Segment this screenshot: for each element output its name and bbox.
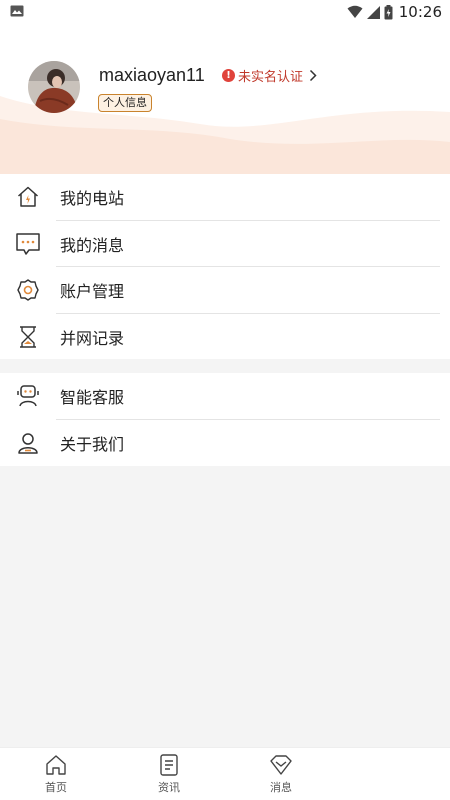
menu-item-label: 账户管理 — [60, 282, 125, 302]
menu-item-label: 智能客服 — [60, 388, 125, 408]
signal-icon — [366, 5, 380, 19]
menu-group-main: 我的电站 我的消息 账户管理 并网记录 — [0, 174, 450, 359]
verify-status-text: 未实名认证 — [238, 69, 304, 85]
robot-service-icon — [14, 382, 42, 410]
tab-label: 首页 — [45, 781, 67, 794]
tab-label: 消息 — [270, 781, 292, 794]
chevron-right-icon — [309, 69, 317, 81]
menu-item-my-messages[interactable]: 我的消息 — [0, 221, 450, 267]
hourglass-icon — [14, 323, 42, 351]
menu-item-my-station[interactable]: 我的电站 — [0, 174, 450, 221]
tab-home[interactable]: 首页 — [26, 754, 86, 798]
tab-news[interactable]: 资讯 — [139, 754, 199, 798]
image-notification-icon — [10, 5, 24, 17]
account-gear-icon — [14, 276, 42, 304]
profile-header: maxiaoyan11 ! 未实名认证 个人信息 — [0, 24, 450, 174]
avatar[interactable] — [28, 61, 80, 113]
menu-item-label: 并网记录 — [60, 328, 125, 348]
status-time: 10:26 — [398, 3, 442, 21]
person-icon — [14, 429, 42, 457]
bottom-tab-bar: 首页 资讯 消息 — [0, 747, 450, 800]
battery-icon — [384, 4, 393, 19]
menu-item-smart-service[interactable]: 智能客服 — [0, 373, 450, 420]
menu-group-support: 智能客服 关于我们 — [0, 373, 450, 466]
menu-item-label: 我的电站 — [60, 189, 125, 209]
personal-info-button[interactable]: 个人信息 — [98, 94, 152, 112]
menu-item-label: 我的消息 — [60, 235, 125, 255]
tab-label: 资讯 — [158, 781, 180, 794]
news-icon — [160, 754, 178, 776]
menu-item-label: 关于我们 — [60, 434, 125, 454]
tab-messages[interactable]: 消息 — [251, 754, 311, 798]
message-icon — [14, 230, 42, 258]
station-home-icon — [14, 183, 42, 211]
home-icon — [46, 755, 66, 775]
menu-item-grid-records[interactable]: 并网记录 — [0, 314, 450, 361]
username: maxiaoyan11 — [99, 65, 205, 85]
menu-item-about-us[interactable]: 关于我们 — [0, 420, 450, 467]
wifi-icon — [347, 5, 363, 18]
alert-icon: ! — [222, 68, 235, 82]
message-diamond-icon — [270, 755, 292, 775]
verify-status-link[interactable]: ! 未实名认证 — [222, 65, 317, 85]
menu-item-account-management[interactable]: 账户管理 — [0, 267, 450, 314]
status-bar: 10:26 — [0, 0, 450, 24]
